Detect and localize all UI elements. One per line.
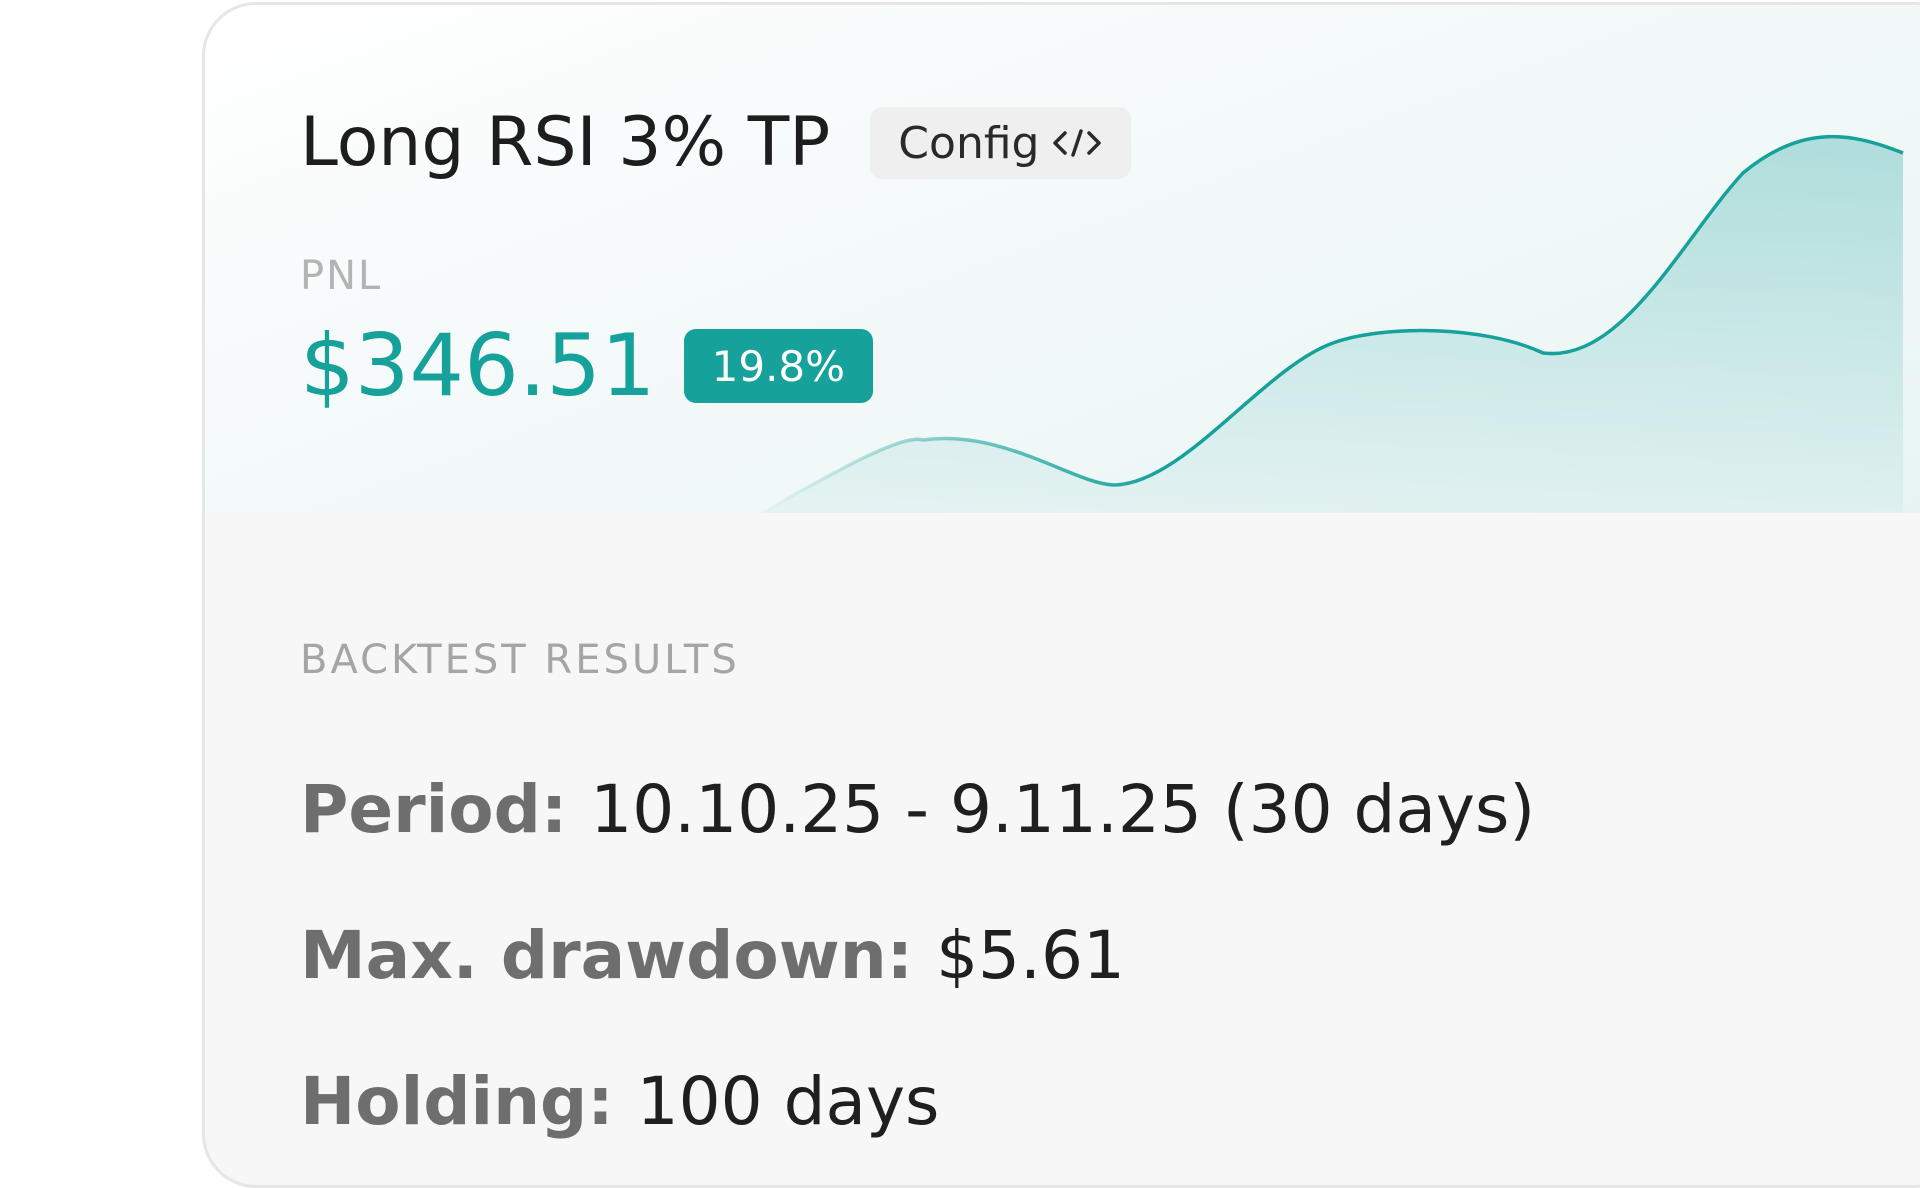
title-row: Long RSI 3% TP Config: [300, 103, 1132, 182]
holding-key: Holding:: [300, 1063, 637, 1140]
pnl-label: PNL: [300, 253, 383, 299]
pnl-percent-badge: 19.8%: [683, 329, 874, 403]
config-button-label: Config: [898, 117, 1040, 169]
pnl-sparkline: [760, 134, 1904, 513]
period-value: 10.10.25 - 9.11.25 (30 days): [590, 771, 1536, 848]
pnl-value: $346.51: [300, 316, 656, 416]
drawdown-row: Max. drawdown: $5.61: [300, 923, 1125, 989]
sparkline-area: [761, 136, 1903, 513]
card-header: Long RSI 3% TP Config PNL $346.51 19.8%: [205, 5, 1920, 513]
code-icon: [1051, 127, 1103, 159]
period-key: Period:: [300, 771, 591, 848]
holding-row: Holding: 100 days: [300, 1069, 939, 1135]
backtest-results-heading: BACKTEST RESULTS: [300, 637, 740, 683]
period-row: Period: 10.10.25 - 9.11.25 (30 days): [300, 777, 1535, 843]
drawdown-key: Max. drawdown:: [300, 917, 937, 994]
drawdown-value: $5.61: [936, 917, 1126, 994]
strategy-title: Long RSI 3% TP: [300, 103, 831, 182]
strategy-card: Long RSI 3% TP Config PNL $346.51 19.8% …: [202, 2, 1920, 1188]
holding-value: 100 days: [636, 1063, 940, 1140]
pnl-row: $346.51 19.8%: [300, 316, 874, 416]
config-button[interactable]: Config: [870, 107, 1132, 179]
